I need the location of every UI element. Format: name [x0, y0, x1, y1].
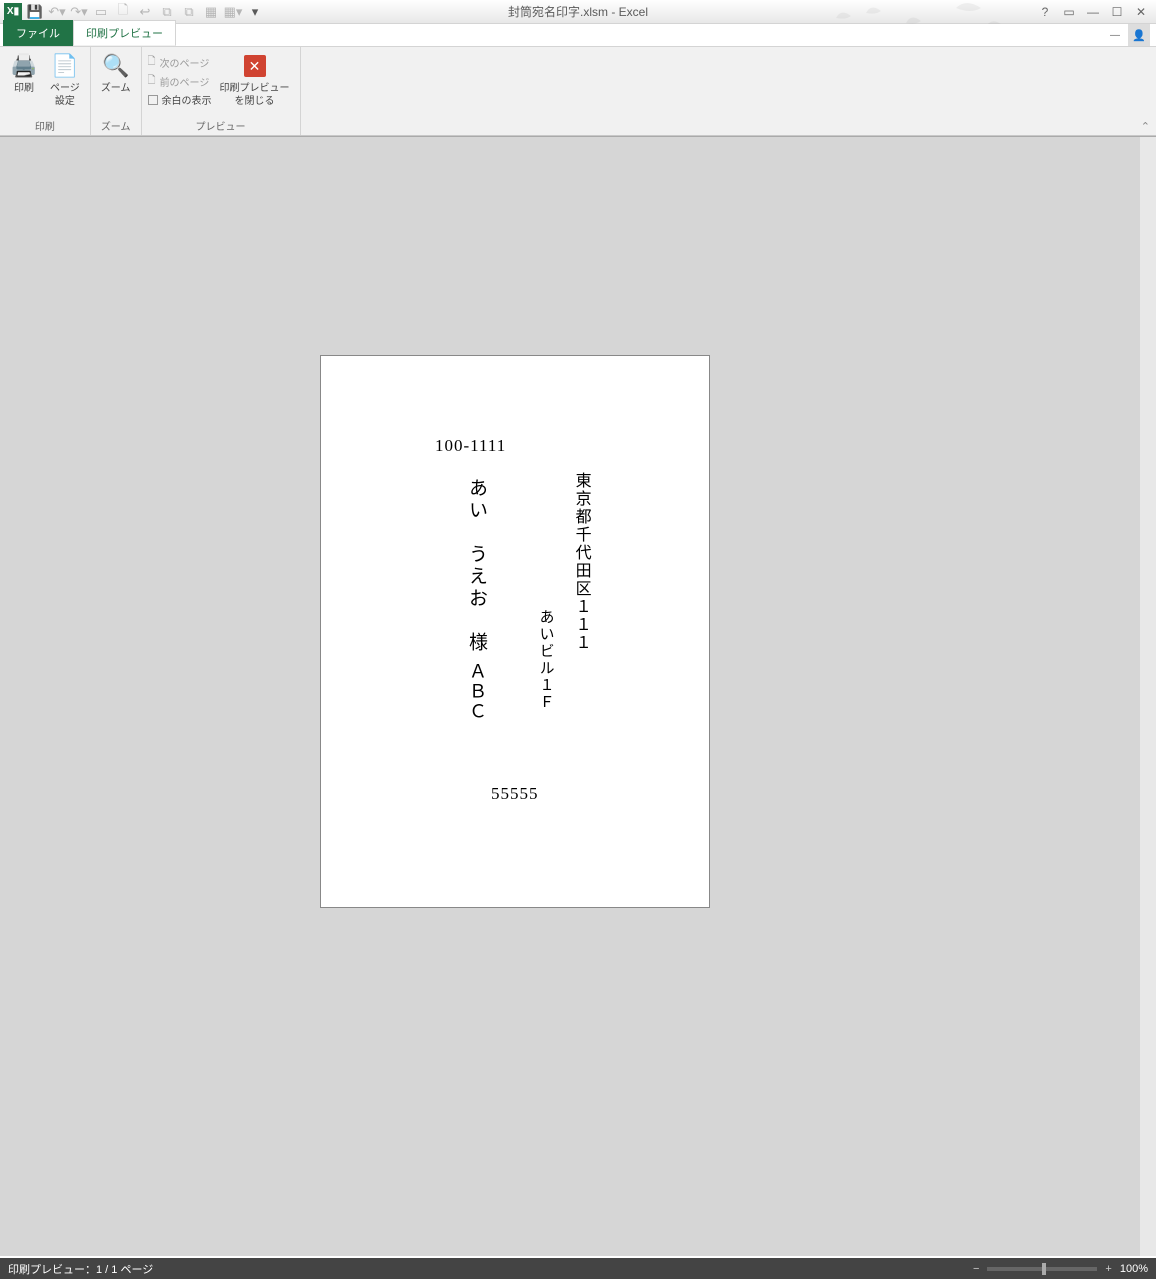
- qat-btn-2[interactable]: 🗋: [114, 3, 132, 21]
- zoom-button[interactable]: 🔍 ズーム: [97, 50, 135, 116]
- ribbon-tabs: ファイル 印刷プレビュー — 👤: [0, 24, 1156, 46]
- user-account-icon[interactable]: 👤: [1128, 24, 1150, 46]
- print-button[interactable]: 🖨️ 印刷: [6, 50, 42, 116]
- window-minimize-icon[interactable]: —: [1106, 26, 1124, 44]
- address-line-2: あいビル１Ｆ: [537, 609, 554, 711]
- qat-save-button[interactable]: 💾: [26, 3, 44, 21]
- zoom-out-button[interactable]: −: [973, 1263, 979, 1275]
- printer-icon: 🖨️: [10, 52, 38, 80]
- qat-btn-3[interactable]: ↩: [136, 3, 154, 21]
- bottom-number: 55555: [491, 784, 539, 804]
- checkbox-icon: [148, 95, 158, 105]
- qat-btn-7[interactable]: ▦▾: [224, 3, 242, 21]
- qat-btn-6[interactable]: ▦: [202, 3, 220, 21]
- ribbon-group-zoom: 🔍 ズーム ズーム: [91, 47, 142, 135]
- close-preview-button[interactable]: ✕ 印刷プレビュー を閉じる: [216, 50, 294, 116]
- postal-code: 100-1111: [435, 436, 506, 456]
- window-title: 封筒宛名印字.xlsm - Excel: [508, 3, 648, 20]
- status-bar: 印刷プレビュー：1 / 1 ページ − + 100%: [0, 1258, 1156, 1279]
- zoom-in-button[interactable]: +: [1105, 1263, 1111, 1275]
- next-page-button: 🗋次のページ: [148, 54, 212, 71]
- ribbon-collapse-button[interactable]: ⌃: [1141, 120, 1150, 133]
- ribbon: 🖨️ 印刷 📄 ページ 設定 印刷 🔍 ズーム ズーム 🗋次のページ 🗋前のペー…: [0, 46, 1156, 136]
- address-line-1: 東京都千代田区１１１: [572, 472, 590, 652]
- magnifier-icon: 🔍: [102, 52, 130, 80]
- recipient-name: あい うえお 様: [463, 478, 490, 654]
- show-margins-checkbox[interactable]: 余白の表示: [148, 92, 212, 107]
- qat-undo-button[interactable]: ↶▾: [48, 3, 66, 21]
- help-button[interactable]: ?: [1036, 3, 1054, 21]
- company-name: ＡＢＣ: [463, 662, 490, 722]
- prev-page-button: 🗋前のページ: [148, 73, 212, 90]
- zoom-percent: 100%: [1120, 1263, 1148, 1275]
- tab-file[interactable]: ファイル: [3, 20, 73, 46]
- recipient-block: ＡＢＣ あい うえお 様: [463, 478, 490, 722]
- close-x-icon: ✕: [244, 55, 266, 77]
- vertical-scrollbar[interactable]: [1140, 137, 1156, 1256]
- page-icon: 🗋: [148, 73, 156, 90]
- ribbon-group-preview: 🗋次のページ 🗋前のページ 余白の表示 ✕ 印刷プレビュー を閉じる プレビュー: [142, 47, 301, 135]
- tab-print-preview[interactable]: 印刷プレビュー: [73, 20, 176, 46]
- zoom-slider[interactable]: [987, 1267, 1097, 1271]
- print-preview-area: 100-1111 東京都千代田区１１１ あいビル１Ｆ ＡＢＣ あい うえお 様 …: [0, 136, 1156, 1256]
- qat-redo-button[interactable]: ↷▾: [70, 3, 88, 21]
- qat-btn-4[interactable]: ⧉: [158, 3, 176, 21]
- page-setup-icon: 📄: [51, 52, 79, 80]
- excel-logo-icon: X▮: [4, 3, 22, 21]
- minimize-button[interactable]: —: [1084, 3, 1102, 21]
- close-button[interactable]: ✕: [1132, 3, 1150, 21]
- qat-btn-1[interactable]: ▭: [92, 3, 110, 21]
- ribbon-group-print: 🖨️ 印刷 📄 ページ 設定 印刷: [0, 47, 91, 135]
- status-page-info: 印刷プレビュー：1 / 1 ページ: [8, 1261, 153, 1277]
- qat-btn-5[interactable]: ⧉: [180, 3, 198, 21]
- ribbon-options-button[interactable]: ▭: [1060, 3, 1078, 21]
- page-icon: 🗋: [148, 54, 156, 71]
- qat-customize-button[interactable]: ▾: [246, 3, 264, 21]
- page-setup-button[interactable]: 📄 ページ 設定: [46, 50, 84, 116]
- preview-page: 100-1111 東京都千代田区１１１ あいビル１Ｆ ＡＢＣ あい うえお 様 …: [320, 355, 710, 908]
- maximize-button[interactable]: ☐: [1108, 3, 1126, 21]
